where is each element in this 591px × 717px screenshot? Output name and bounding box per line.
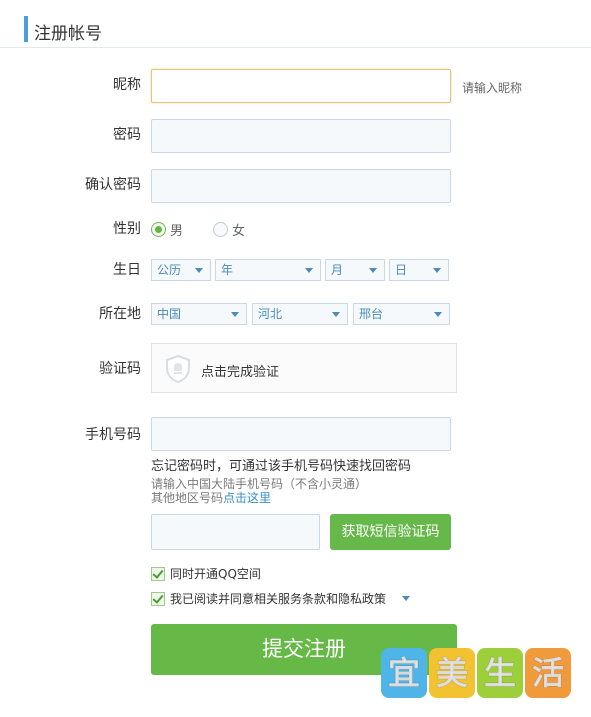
gender-female-radio[interactable]: 女 [213,220,245,239]
location-country-select[interactable]: 中国 [151,303,247,325]
gender-female-label: 女 [232,224,246,239]
chevron-down-icon [305,268,313,273]
birthday-month-value: 月 [331,263,344,277]
birthday-day-value: 日 [395,263,408,277]
captcha-verify-button[interactable]: 点击完成验证 [151,343,457,393]
qzone-checkbox-label: 同时开通QQ空间 [170,567,261,581]
radio-selected-icon [151,222,166,237]
birthday-label: 生日 [113,262,141,278]
birthday-day-select[interactable]: 日 [389,259,449,281]
agree-terms-checkbox[interactable]: 我已阅读并同意相关服务条款和隐私政策 [151,590,411,607]
other-region-link[interactable]: 点击这里 [223,491,271,505]
captcha-text: 点击完成验证 [201,365,280,380]
chevron-down-icon[interactable] [402,596,411,601]
radio-unselected-icon [213,222,228,237]
birthday-year-value: 年 [221,263,234,277]
location-province-select[interactable]: 河北 [252,303,348,325]
get-sms-code-button[interactable]: 获取短信验证码 [330,514,451,550]
birthday-calendar-select[interactable]: 公历 [151,259,211,281]
birthday-calendar-value: 公历 [157,263,182,277]
sms-code-input[interactable] [151,514,320,550]
gender-male-label: 男 [170,224,184,239]
gender-label: 性别 [113,221,141,237]
phone-note: 忘记密码时，可通过该手机号码快速找回密码 [151,459,412,474]
chevron-down-icon [195,268,203,273]
captcha-label: 验证码 [99,361,141,377]
location-country-value: 中国 [157,307,182,321]
chevron-down-icon [434,312,442,317]
watermark-char: 生 [477,648,523,698]
chevron-down-icon [332,312,340,317]
location-city-select[interactable]: 邢台 [353,303,450,325]
chevron-down-icon [369,268,377,273]
agree-terms-label: 我已阅读并同意相关服务条款和隐私政策 [170,592,387,606]
password-input[interactable] [151,119,451,153]
qzone-checkbox[interactable]: 同时开通QQ空间 [151,565,261,582]
chevron-down-icon [433,268,441,273]
password-label: 密码 [113,127,141,143]
location-city-value: 邢台 [359,307,384,321]
phone-input[interactable] [151,417,451,451]
header-accent-bar [24,16,28,42]
nickname-hint: 请输入昵称 [462,81,523,95]
confirm-password-label: 确认密码 [85,177,141,193]
other-region-prefix: 其他地区号码 [151,491,224,505]
page-title: 注册帐号 [34,24,102,44]
location-label: 所在地 [99,306,141,322]
checkbox-checked-icon [151,566,165,581]
location-province-value: 河北 [258,307,283,321]
gender-male-radio[interactable]: 男 [151,220,183,239]
watermark-logo: 宜 美 生 活 [381,648,575,700]
phone-label: 手机号码 [85,427,141,443]
birthday-year-select[interactable]: 年 [215,259,321,281]
nickname-input[interactable] [151,69,451,103]
watermark-char: 活 [525,648,571,698]
confirm-password-input[interactable] [151,169,451,203]
birthday-month-select[interactable]: 月 [325,259,385,281]
watermark-char: 宜 [381,648,427,698]
checkbox-checked-icon [151,591,165,606]
nickname-label: 昵称 [113,77,141,93]
chevron-down-icon [231,312,239,317]
other-region-note: 其他地区号码点击这里 [151,489,271,506]
watermark-char: 美 [429,648,475,698]
shield-icon [166,355,190,383]
page-header: 注册帐号 [0,0,591,48]
